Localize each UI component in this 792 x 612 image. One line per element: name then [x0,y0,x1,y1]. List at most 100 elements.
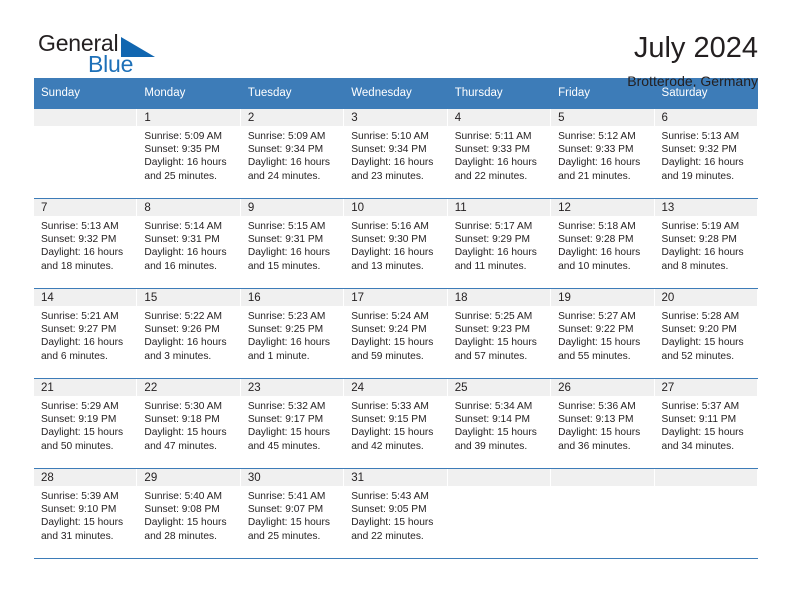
day-cell-inner: 27 Sunrise: 5:37 AM Sunset: 9:11 PM Dayligh… [654,379,758,468]
calendar-day-cell[interactable]: 28 Sunrise: 5:39 AM Sunset: 9:10 PM Dayligh… [34,469,138,559]
daylight-text-line2: and 1 minute. [247,350,310,362]
day-number: 3 [344,109,447,126]
calendar-day-cell[interactable]: 3 Sunrise: 5:10 AM Sunset: 9:34 PM Daylight… [344,109,448,199]
day-details: Sunrise: 5:13 AM Sunset: 9:32 PM Daylight:… [655,126,757,183]
sunrise-text: Sunrise: 5:22 AM [144,311,223,322]
day-cell-inner: 1 Sunrise: 5:09 AM Sunset: 9:35 PM Daylight… [137,109,241,198]
daylight-text-line2: and 39 minutes. [454,440,528,452]
calendar-day-cell[interactable]: 23 Sunrise: 5:32 AM Sunset: 9:17 PM Dayligh… [240,379,345,469]
sunset-text: Sunset: 9:08 PM [144,504,220,516]
day-cell-inner [654,469,758,558]
day-number: 18 [447,289,551,306]
sunset-text: Sunset: 9:32 PM [41,234,117,246]
day-cell-inner: 11 Sunrise: 5:17 AM Sunset: 9:29 PM Dayligh… [447,199,552,288]
day-number: 21 [34,379,137,396]
daylight-text-line1: Daylight: 15 hours [558,427,641,439]
day-cell-inner [551,469,655,558]
sunrise-text: Sunrise: 5:14 AM [144,221,223,232]
calendar-day-cell[interactable]: 19 Sunrise: 5:27 AM Sunset: 9:22 PM Dayligh… [551,289,655,379]
day-number: 7 [34,199,137,216]
day-details: Sunrise: 5:22 AM Sunset: 9:26 PM Daylight:… [137,306,239,363]
sunset-text: Sunset: 9:23 PM [454,324,531,336]
calendar-day-cell[interactable]: 5 Sunrise: 5:12 AM Sunset: 9:33 PM Daylight… [551,109,655,199]
sunrise-text: Sunrise: 5:18 AM [558,221,636,232]
calendar-day-cell[interactable]: 1 Sunrise: 5:09 AM Sunset: 9:35 PM Daylight… [137,109,241,199]
calendar-day-cell[interactable]: 25 Sunrise: 5:34 AM Sunset: 9:14 PM Dayligh… [447,379,552,469]
calendar-day-cell[interactable]: 18 Sunrise: 5:25 AM Sunset: 9:23 PM Dayligh… [447,289,552,379]
day-cell-inner: 12 Sunrise: 5:18 AM Sunset: 9:28 PM Dayligh… [551,199,655,288]
calendar-day-cell[interactable]: 27 Sunrise: 5:37 AM Sunset: 9:11 PM Dayligh… [654,379,758,469]
daylight-text-line2: and 28 minutes. [144,530,217,542]
calendar-day-cell[interactable]: 9 Sunrise: 5:15 AM Sunset: 9:31 PM Daylight… [240,199,345,289]
day-details: Sunrise: 5:25 AM Sunset: 9:23 PM Daylight:… [448,306,550,363]
daylight-text-line1: Daylight: 16 hours [41,247,124,259]
sunset-text: Sunset: 9:35 PM [144,144,220,156]
daylight-text-line1: Daylight: 16 hours [558,247,641,259]
calendar-day-cell[interactable]: 14 Sunrise: 5:21 AM Sunset: 9:27 PM Dayligh… [34,289,138,379]
daylight-text-line2: and 25 minutes. [144,170,217,182]
calendar-day-cell[interactable]: 10 Sunrise: 5:16 AM Sunset: 9:30 PM Dayligh… [344,199,448,289]
calendar-day-cell[interactable]: 13 Sunrise: 5:19 AM Sunset: 9:28 PM Dayligh… [654,199,758,289]
day-details: Sunrise: 5:37 AM Sunset: 9:11 PM Daylight:… [655,396,757,453]
calendar-day-cell[interactable]: 21 Sunrise: 5:29 AM Sunset: 9:19 PM Dayligh… [34,379,138,469]
calendar-day-cell[interactable]: 30 Sunrise: 5:41 AM Sunset: 9:07 PM Dayligh… [240,469,345,559]
day-details: Sunrise: 5:15 AM Sunset: 9:31 PM Daylight:… [241,216,343,273]
weekday-header-tuesday: Tuesday [240,78,345,109]
calendar-day-cell[interactable]: 8 Sunrise: 5:14 AM Sunset: 9:31 PM Daylight… [137,199,241,289]
day-number: 4 [447,109,551,126]
daylight-text-line1: Daylight: 15 hours [247,517,330,529]
calendar-day-cell[interactable]: 24 Sunrise: 5:33 AM Sunset: 9:15 PM Dayligh… [344,379,448,469]
daylight-text-line1: Daylight: 16 hours [454,157,537,169]
sunrise-text: Sunrise: 5:13 AM [41,221,119,232]
daylight-text-line1: Daylight: 15 hours [661,427,744,439]
calendar-day-cell[interactable]: 12 Sunrise: 5:18 AM Sunset: 9:28 PM Dayligh… [551,199,655,289]
calendar-day-cell[interactable]: 15 Sunrise: 5:22 AM Sunset: 9:26 PM Dayligh… [137,289,241,379]
sunset-text: Sunset: 9:28 PM [661,234,737,246]
calendar-day-cell[interactable]: 16 Sunrise: 5:23 AM Sunset: 9:25 PM Dayligh… [240,289,345,379]
day-cell-inner: 28 Sunrise: 5:39 AM Sunset: 9:10 PM Dayligh… [34,469,138,558]
calendar-day-cell[interactable]: 17 Sunrise: 5:24 AM Sunset: 9:24 PM Dayligh… [344,289,448,379]
calendar-day-cell[interactable]: 26 Sunrise: 5:36 AM Sunset: 9:13 PM Dayligh… [551,379,655,469]
daylight-text-line2: and 19 minutes. [661,170,735,182]
calendar-day-cell[interactable]: 2 Sunrise: 5:09 AM Sunset: 9:34 PM Daylight… [240,109,345,199]
day-details: Sunrise: 5:09 AM Sunset: 9:34 PM Daylight:… [241,126,343,183]
calendar-day-cell[interactable]: 11 Sunrise: 5:17 AM Sunset: 9:29 PM Dayligh… [447,199,552,289]
daylight-text-line2: and 52 minutes. [661,350,735,362]
daylight-text-line2: and 45 minutes. [247,440,321,452]
day-details: Sunrise: 5:28 AM Sunset: 9:20 PM Daylight:… [655,306,757,363]
calendar-day-cell[interactable]: 7 Sunrise: 5:13 AM Sunset: 9:32 PM Daylight… [34,199,138,289]
calendar-day-cell[interactable]: 4 Sunrise: 5:11 AM Sunset: 9:33 PM Daylight… [447,109,552,199]
sunset-text: Sunset: 9:22 PM [558,324,634,336]
daylight-text-line2: and 59 minutes. [351,350,424,362]
daylight-text-line1: Daylight: 16 hours [661,157,744,169]
day-number: 6 [654,109,757,126]
sunset-text: Sunset: 9:30 PM [351,234,427,246]
day-number: 19 [551,289,654,306]
daylight-text-line1: Daylight: 15 hours [454,337,537,349]
general-blue-logo[interactable]: General Blue [34,30,234,86]
sunset-text: Sunset: 9:07 PM [247,504,324,516]
day-cell-inner: 7 Sunrise: 5:13 AM Sunset: 9:32 PM Daylight… [34,199,138,288]
day-details: Sunrise: 5:41 AM Sunset: 9:07 PM Daylight:… [241,486,343,543]
day-number: 14 [34,289,137,306]
sunset-text: Sunset: 9:32 PM [661,144,737,156]
page-title: July 2024 [633,32,758,64]
sunrise-text: Sunrise: 5:17 AM [454,221,533,232]
calendar-day-cell[interactable]: 20 Sunrise: 5:28 AM Sunset: 9:20 PM Dayligh… [654,289,758,379]
daylight-text-line1: Daylight: 16 hours [247,157,330,169]
calendar-day-cell[interactable]: 6 Sunrise: 5:13 AM Sunset: 9:32 PM Daylight… [654,109,758,199]
day-number [551,469,654,486]
daylight-text-line2: and 36 minutes. [558,440,631,452]
calendar-day-cell[interactable]: 29 Sunrise: 5:40 AM Sunset: 9:08 PM Dayligh… [137,469,241,559]
daylight-text-line2: and 18 minutes. [41,260,114,272]
day-details: Sunrise: 5:19 AM Sunset: 9:28 PM Daylight:… [655,216,757,273]
day-number: 2 [240,109,344,126]
day-cell-inner: 4 Sunrise: 5:11 AM Sunset: 9:33 PM Daylight… [447,109,552,198]
day-cell-inner: 9 Sunrise: 5:15 AM Sunset: 9:31 PM Daylight… [240,199,345,288]
sunset-text: Sunset: 9:11 PM [661,414,737,426]
calendar-day-cell[interactable]: 22 Sunrise: 5:30 AM Sunset: 9:18 PM Dayligh… [137,379,241,469]
calendar-day-cell[interactable]: 31 Sunrise: 5:43 AM Sunset: 9:05 PM Dayligh… [344,469,448,559]
sunset-text: Sunset: 9:33 PM [558,144,634,156]
day-details: Sunrise: 5:10 AM Sunset: 9:34 PM Daylight:… [344,126,446,183]
sunrise-text: Sunrise: 5:27 AM [558,311,636,322]
